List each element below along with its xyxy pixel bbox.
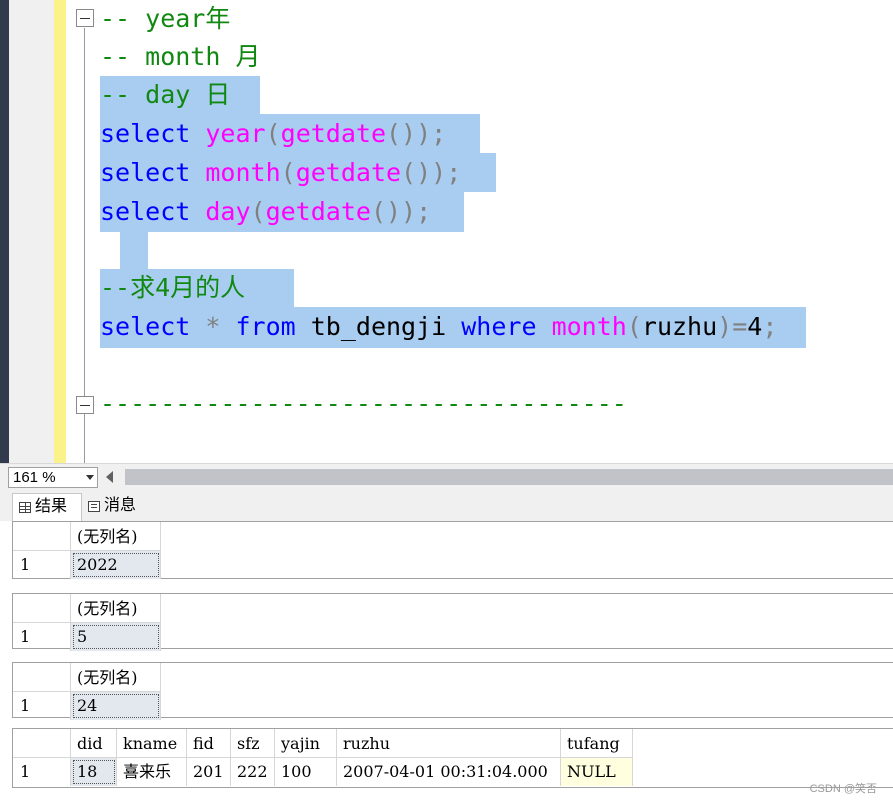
editor-gutter bbox=[9, 0, 54, 463]
code-token: getdate bbox=[280, 119, 386, 148]
query-editor[interactable]: -- year年 -- month 月 -- day 日 select year(ge… bbox=[0, 0, 893, 463]
grid-cell[interactable]: 201 bbox=[187, 758, 231, 786]
horizontal-scrollbar[interactable] bbox=[125, 469, 893, 485]
code-token: ruzhu bbox=[641, 312, 718, 341]
code-token: ( bbox=[250, 197, 266, 226]
code-token: getdate bbox=[265, 197, 371, 226]
editor-edge-strip bbox=[0, 0, 9, 463]
grid-icon bbox=[19, 502, 31, 513]
zoom-value: 161 % bbox=[13, 469, 56, 486]
code-token: ----------------------------------- bbox=[100, 389, 627, 418]
change-tracking-bar bbox=[54, 0, 66, 463]
row-number[interactable]: 1 bbox=[13, 551, 71, 579]
column-header[interactable]: (无列名) bbox=[71, 522, 161, 551]
grid-corner[interactable] bbox=[13, 522, 71, 551]
row-number[interactable]: 1 bbox=[13, 692, 71, 720]
grid-cell[interactable]: 222 bbox=[231, 758, 275, 786]
code-line[interactable]: select day(getdate()); bbox=[100, 193, 431, 231]
code-token: -- month 月 bbox=[100, 42, 261, 71]
results-pane: 结果 消息 (无列名) 1 2022 (无列名) 1 5 (无列名) 1 24 did kname f… bbox=[0, 489, 893, 804]
code-line[interactable]: select * from tb_dengji where month(ruzh… bbox=[100, 308, 777, 346]
code-token: ( bbox=[280, 158, 296, 187]
code-token: select bbox=[100, 197, 206, 226]
code-line[interactable]: ----------------------------------- bbox=[100, 385, 627, 423]
tab-messages-label: 消息 bbox=[104, 497, 137, 514]
code-token: select bbox=[100, 312, 206, 341]
column-header[interactable]: fid bbox=[187, 729, 231, 758]
code-line[interactable]: select month(getdate()); bbox=[100, 154, 461, 192]
grid-cell[interactable]: 2022 bbox=[71, 551, 161, 579]
column-header[interactable]: (无列名) bbox=[71, 663, 161, 692]
code-token: year bbox=[205, 119, 266, 148]
code-token: ( bbox=[265, 119, 281, 148]
collapse-region-icon[interactable] bbox=[76, 9, 94, 27]
code-token: tb_dengji bbox=[310, 312, 462, 341]
code-token: month bbox=[205, 158, 281, 187]
grid-corner[interactable] bbox=[13, 594, 71, 623]
code-token: 4 bbox=[747, 312, 763, 341]
code-token: getdate bbox=[295, 158, 402, 187]
column-header[interactable]: tufang bbox=[561, 729, 633, 758]
row-number[interactable]: 1 bbox=[13, 623, 71, 651]
tab-results-label: 结果 bbox=[35, 498, 68, 515]
column-header[interactable]: (无列名) bbox=[71, 594, 161, 623]
code-token: --求4月的人 bbox=[100, 273, 246, 302]
grid-cell[interactable]: 18 bbox=[71, 758, 117, 786]
code-line[interactable]: -- day 日 bbox=[100, 76, 230, 114]
column-header[interactable]: sfz bbox=[231, 729, 275, 758]
column-header[interactable]: ruzhu bbox=[337, 729, 561, 758]
grid-corner[interactable] bbox=[13, 729, 71, 758]
code-token: -- year年 bbox=[100, 4, 231, 33]
column-header[interactable]: did bbox=[71, 729, 117, 758]
result-grid[interactable]: (无列名) 1 5 bbox=[12, 593, 893, 651]
message-icon bbox=[88, 501, 100, 512]
code-token: ) bbox=[717, 312, 733, 341]
code-line[interactable]: -- year年 bbox=[100, 0, 230, 38]
collapse-region-icon[interactable] bbox=[76, 396, 94, 414]
code-line[interactable]: --求4月的人 bbox=[100, 269, 245, 307]
editor-status-bar: 161 % bbox=[0, 463, 893, 489]
code-line[interactable]: select year(getdate()); bbox=[100, 115, 446, 153]
grid-cell[interactable]: 喜来乐 bbox=[117, 758, 187, 786]
watermark: CSDN @笑否 bbox=[809, 783, 877, 795]
grid-cell[interactable]: 2007-04-01 00:31:04.000 bbox=[337, 758, 561, 786]
code-token: select bbox=[100, 119, 206, 148]
grid-cell[interactable]: 100 bbox=[275, 758, 337, 786]
column-header[interactable]: yajin bbox=[275, 729, 337, 758]
result-grid[interactable]: (无列名) 1 2022 bbox=[12, 521, 893, 579]
tab-messages[interactable]: 消息 bbox=[82, 493, 150, 521]
code-line[interactable]: -- month 月 bbox=[100, 38, 260, 76]
grid-cell[interactable]: 24 bbox=[71, 692, 161, 720]
code-token: ; bbox=[762, 312, 778, 341]
gutter-spacer bbox=[66, 0, 72, 463]
selection-highlight bbox=[120, 232, 148, 269]
chevron-down-icon bbox=[86, 475, 94, 480]
result-grid[interactable]: (无列名) 1 24 bbox=[12, 662, 893, 720]
column-header[interactable]: kname bbox=[117, 729, 187, 758]
code-token: ()); bbox=[370, 197, 432, 226]
result-grid[interactable]: did kname fid sfz yajin ruzhu tufang 1 18 喜来乐 201 2… bbox=[12, 728, 893, 788]
code-token: select bbox=[100, 158, 206, 187]
grid-cell[interactable]: 5 bbox=[71, 623, 161, 651]
row-number[interactable]: 1 bbox=[13, 758, 71, 786]
grid-cell[interactable]: NULL bbox=[561, 758, 633, 786]
code-token: ( bbox=[626, 312, 642, 341]
code-token: ()); bbox=[401, 158, 462, 187]
code-token: month bbox=[551, 312, 627, 341]
scroll-left-arrow-icon[interactable] bbox=[106, 471, 113, 483]
code-token: from bbox=[235, 312, 311, 341]
code-token: day bbox=[205, 197, 251, 226]
tab-results[interactable]: 结果 bbox=[12, 493, 82, 521]
code-token: -- day 日 bbox=[100, 80, 231, 109]
results-tab-strip: 结果 消息 bbox=[0, 489, 893, 521]
code-token: = bbox=[732, 312, 748, 341]
zoom-dropdown[interactable]: 161 % bbox=[8, 467, 98, 488]
code-token: ()); bbox=[386, 119, 447, 148]
code-token: where bbox=[461, 312, 552, 341]
grid-corner[interactable] bbox=[13, 663, 71, 692]
code-token: * bbox=[205, 312, 236, 341]
